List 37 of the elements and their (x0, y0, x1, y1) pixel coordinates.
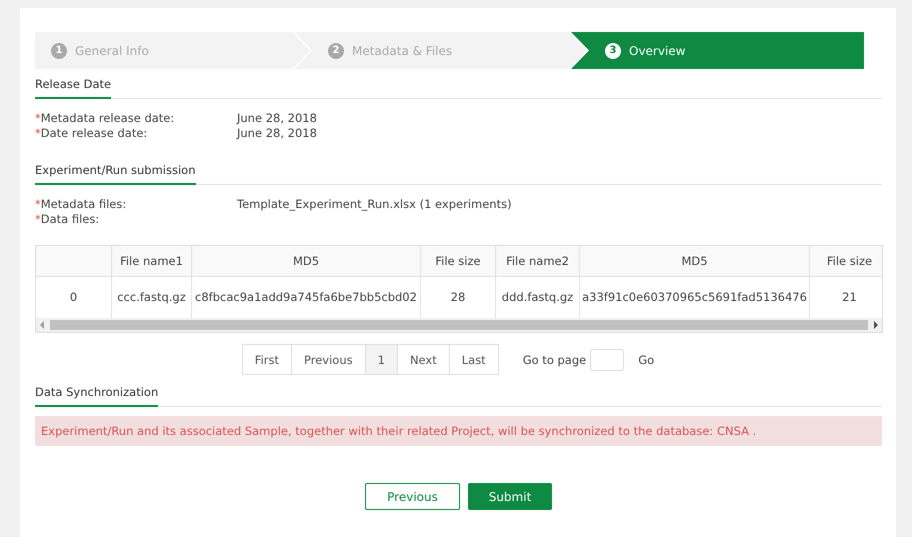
step-label: Overview (629, 44, 686, 58)
step-label: Metadata & Files (352, 44, 452, 58)
page-button[interactable]: Last (448, 344, 499, 375)
sync-alert: Experiment/Run and its associated Sample, together with their related Project, will be synchronized to the database: CNSA . (35, 416, 882, 446)
field-value: June 28, 2018 (237, 126, 317, 141)
step-number: 1 (51, 42, 67, 58)
wizard-step[interactable]: 3 Overview (571, 32, 864, 69)
page-button[interactable]: Next (396, 344, 450, 375)
submit-button[interactable]: Submit (468, 483, 552, 510)
field-label: *Data files: (35, 212, 100, 227)
scroll-right-icon[interactable] (873, 321, 879, 329)
scroll-left-icon[interactable] (39, 321, 45, 329)
section-title: Data Synchronization (35, 381, 158, 407)
field-label: *Date release date: (35, 126, 148, 141)
column-header: MD5 (580, 246, 810, 277)
go-to-page-label: Go to page (522, 352, 586, 366)
field-value: June 28, 2018 (237, 111, 317, 126)
field-label: *Metadata release date: (35, 111, 176, 126)
section-title: Experiment/Run submission (35, 159, 196, 185)
step-number: 2 (328, 42, 344, 58)
go-link[interactable]: Go (638, 352, 654, 366)
page-button[interactable]: First (242, 344, 292, 375)
step-label: General Info (75, 44, 149, 58)
previous-button[interactable]: Previous (365, 483, 460, 510)
horizontal-scrollbar[interactable] (36, 318, 882, 332)
column-header: File size (421, 246, 496, 277)
page-button[interactable]: Previous (291, 344, 366, 375)
column-header: File name1 (112, 246, 192, 277)
column-header: MD5 (192, 246, 421, 277)
column-header: File name2 (496, 246, 580, 277)
field-value: Template_Experiment_Run.xlsx (1 experiments) (237, 197, 512, 212)
column-header: File size (810, 246, 882, 277)
step-number: 3 (605, 42, 621, 58)
section-title: Release Date (35, 73, 112, 99)
page-input-field[interactable] (590, 348, 624, 370)
page-button[interactable]: 1 (364, 344, 398, 375)
field-label: *Metadata files: (35, 197, 128, 212)
